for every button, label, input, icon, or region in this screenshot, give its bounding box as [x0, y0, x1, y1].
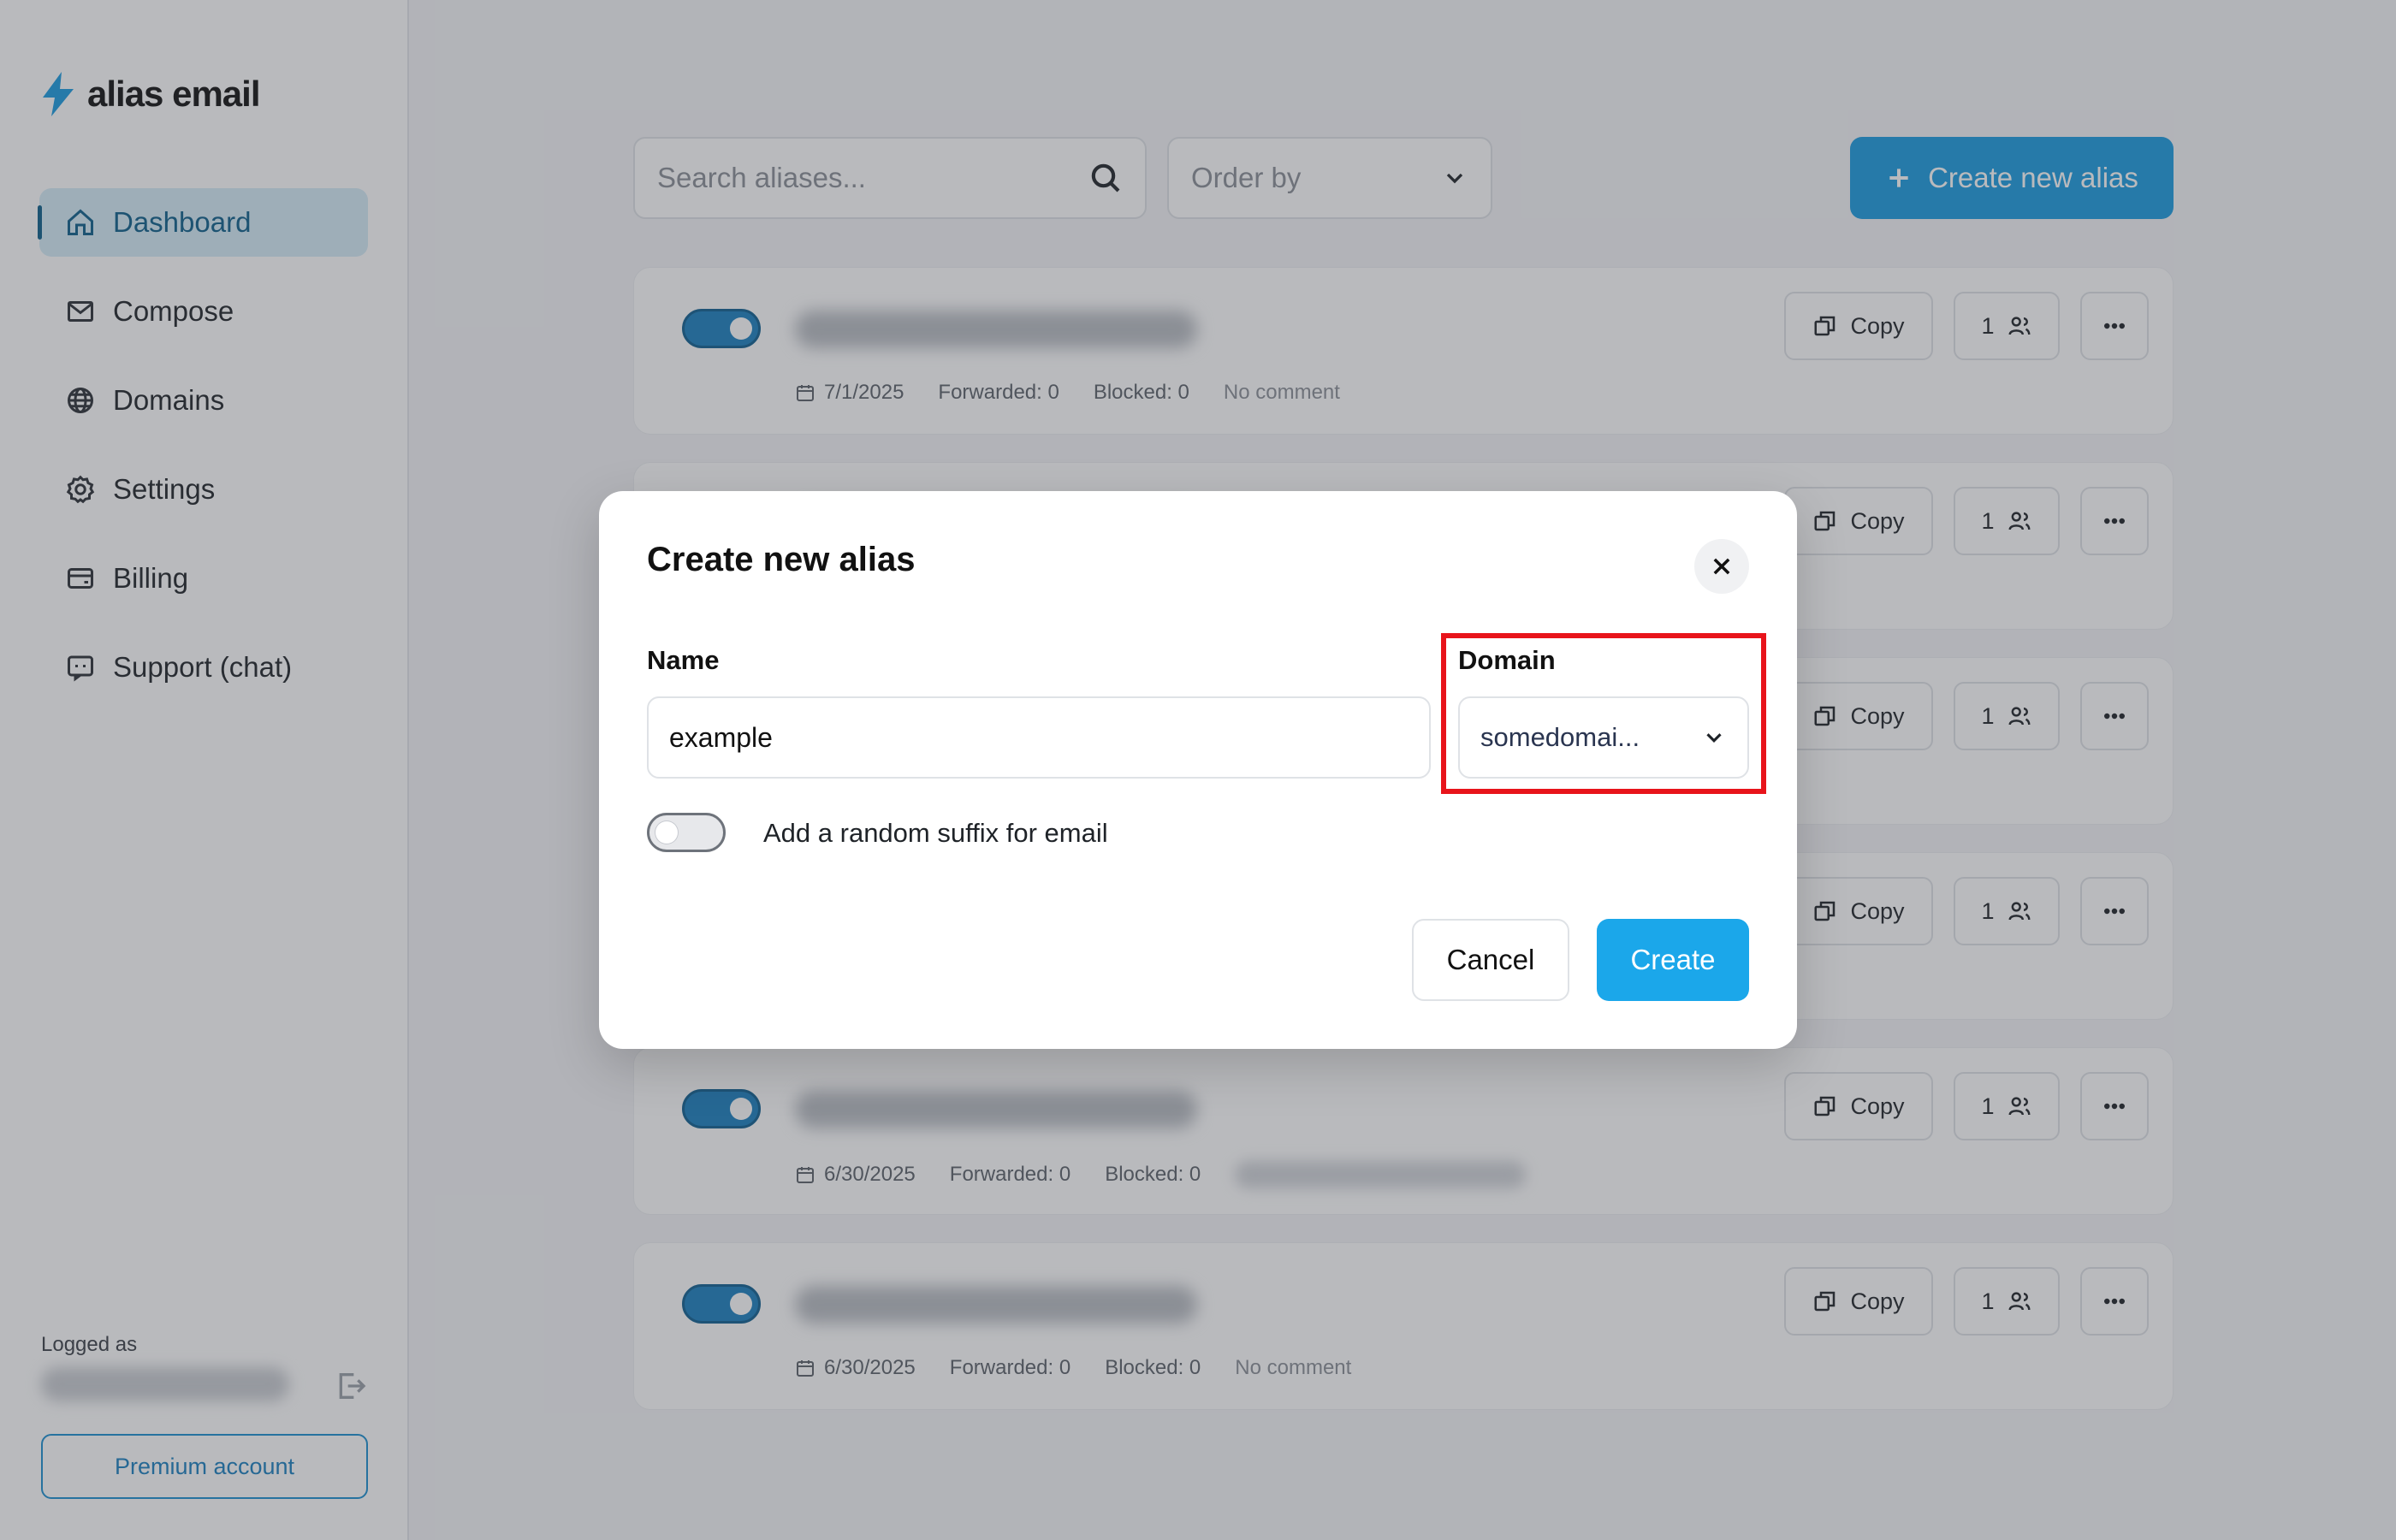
random-suffix-label: Add a random suffix for email	[763, 818, 1108, 848]
name-input[interactable]	[647, 696, 1431, 779]
create-alias-dialog: Create new alias Name Domain somedomai..…	[599, 491, 1797, 1049]
close-icon	[1713, 558, 1730, 575]
cancel-button[interactable]: Cancel	[1412, 919, 1569, 1001]
close-button[interactable]	[1694, 539, 1749, 594]
random-suffix-toggle[interactable]	[647, 813, 726, 852]
name-label: Name	[647, 645, 720, 675]
create-button[interactable]: Create	[1597, 919, 1749, 1001]
domain-select[interactable]: somedomai...	[1458, 696, 1749, 779]
dialog-title: Create new alias	[647, 541, 916, 578]
domain-label: Domain	[1458, 645, 1556, 675]
chevron-down-icon	[1706, 733, 1722, 743]
domain-selected-value: somedomai...	[1480, 722, 1640, 752]
